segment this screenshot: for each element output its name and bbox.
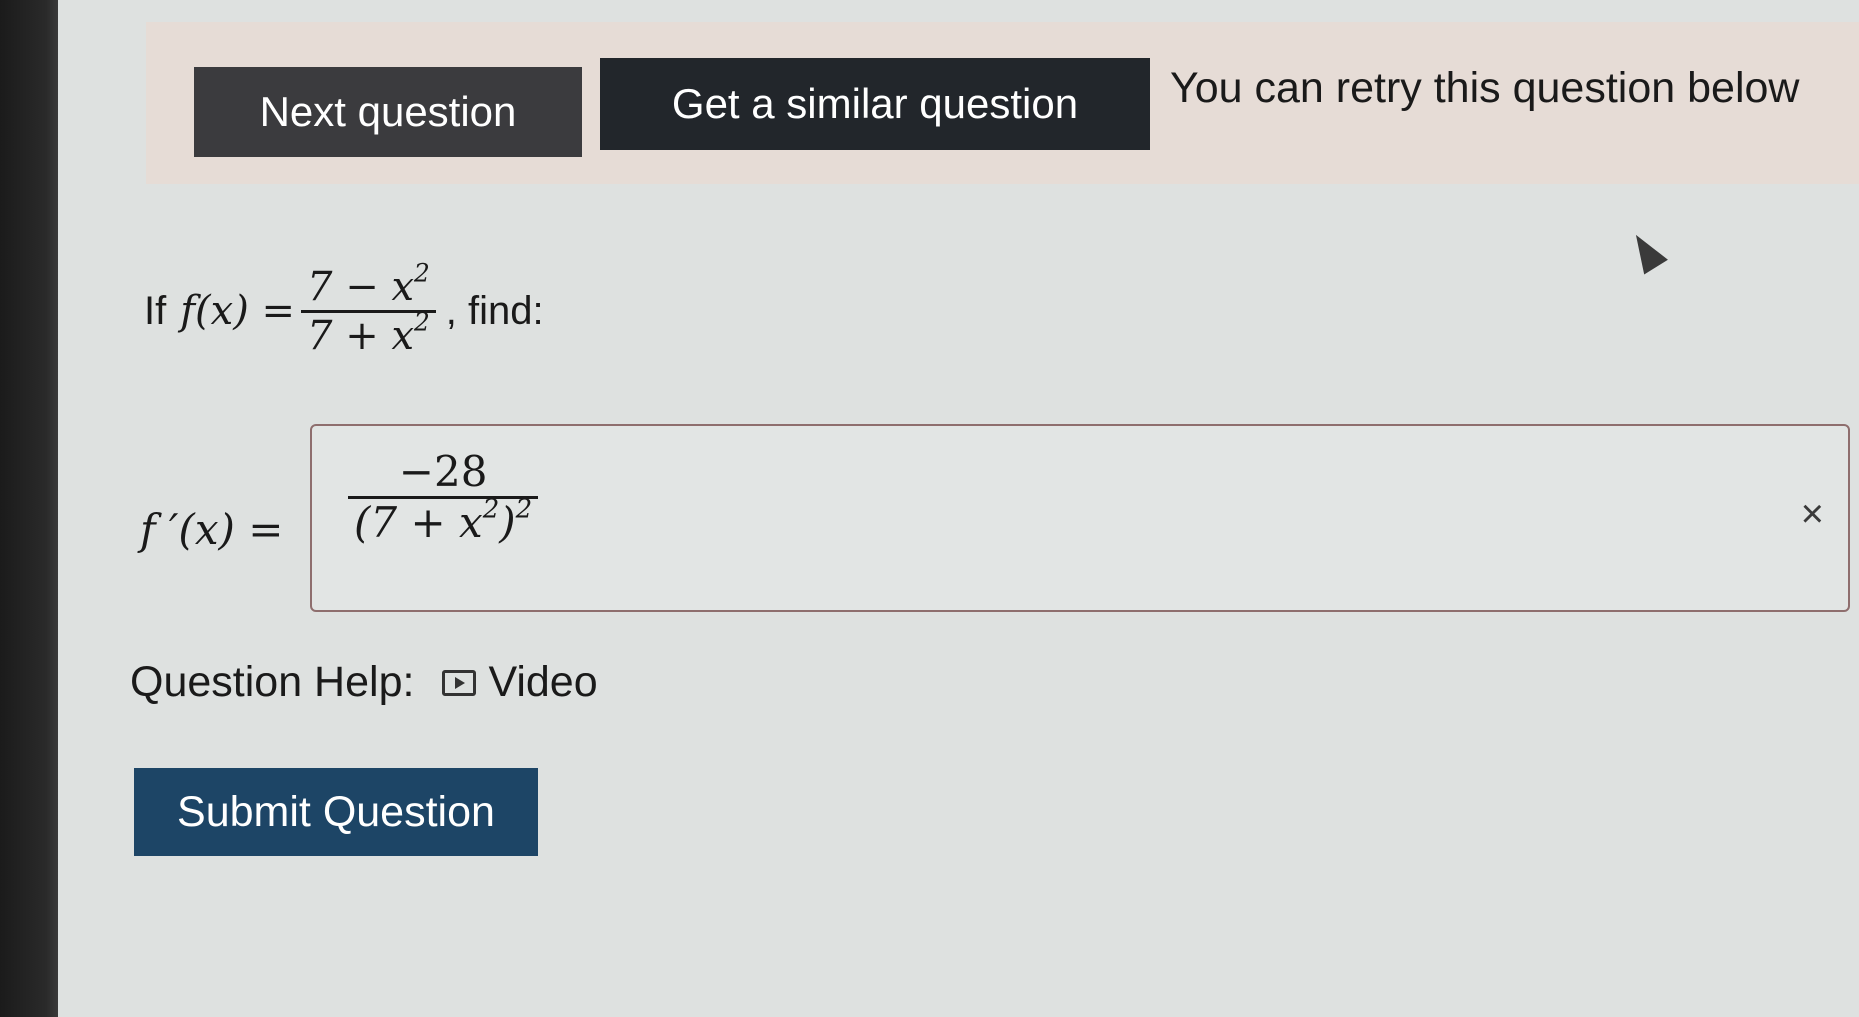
answer-input[interactable]: −28 (7 + x2)2 × — [310, 424, 1850, 612]
function-numerator: 7 − x2 — [307, 257, 430, 310]
question-help-label: Question Help: — [130, 658, 415, 706]
question-suffix: , find: — [445, 288, 544, 333]
next-question-button[interactable]: Next question — [194, 67, 582, 157]
function-denominator: 7 + x2 — [307, 306, 430, 359]
similar-question-button[interactable]: Get a similar question — [600, 58, 1150, 150]
function-fraction: 7 − x2 7 + x2 — [301, 257, 436, 359]
question-prefix: If — [144, 288, 167, 333]
question-help: Question Help: Video — [130, 658, 598, 707]
monitor-bezel — [0, 0, 58, 1017]
screen: Next question Get a similar question You… — [58, 0, 1859, 1017]
incorrect-mark-icon: × — [1800, 492, 1824, 536]
retry-message: You can retry this question below — [1170, 64, 1800, 112]
answer-fraction: −28 (7 + x2)2 — [348, 447, 539, 548]
video-link[interactable]: Video — [488, 658, 597, 707]
answer-label: f ′(x) = — [140, 505, 284, 554]
question-prompt: If f(x) = 7 − x2 7 + x2 , find: — [144, 246, 544, 376]
function-lhs: f(x) = — [180, 288, 296, 334]
answer-numerator: −28 — [398, 447, 488, 496]
answer-expression: −28 (7 + x2)2 — [342, 447, 544, 548]
mouse-pointer-icon — [1624, 227, 1668, 275]
submit-question-button[interactable]: Submit Question — [134, 768, 538, 856]
video-icon[interactable] — [442, 669, 477, 696]
answer-denominator: (7 + x2)2 — [354, 494, 533, 548]
